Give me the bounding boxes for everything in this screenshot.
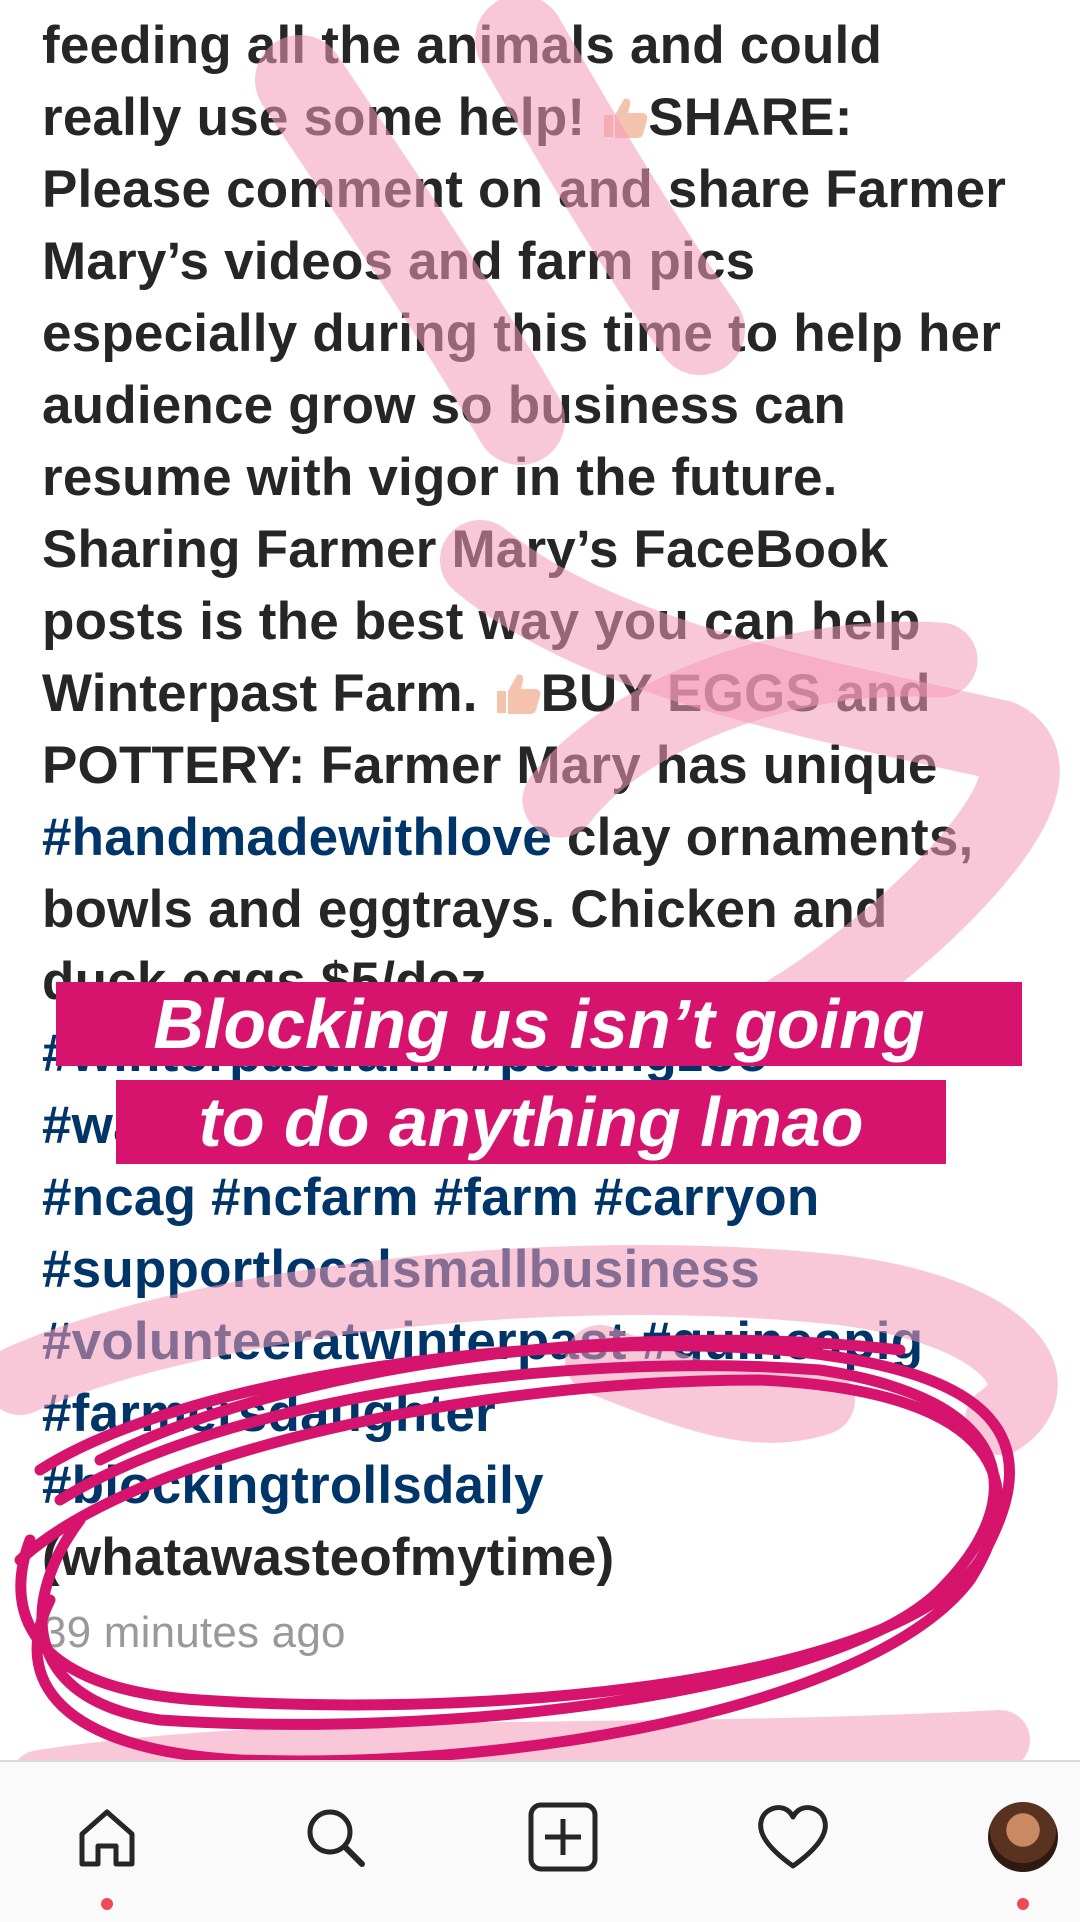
caption-line: #handmadewithlove clay ornaments,	[42, 802, 1062, 874]
profile-avatar	[988, 1802, 1058, 1872]
caption-line: #farmersdaughter	[42, 1378, 1062, 1450]
caption-line: #ncag #ncfarm #farm #carryon	[42, 1162, 1062, 1234]
caption-line: especially during this time to help her	[42, 298, 1062, 370]
thumbs-up-icon	[493, 662, 541, 714]
caption-text: Sharing Farmer Mary’s FaceBook	[42, 520, 889, 579]
hashtag-link[interactable]: #blockingtrollsdaily	[42, 1456, 544, 1515]
caption-text: resume with vigor in the future.	[42, 448, 838, 507]
caption-text: (whatawasteofmytime)	[42, 1528, 615, 1587]
hashtag-link[interactable]: #farmersdaughter	[42, 1384, 496, 1443]
highlight-sticker-line-2: to do anything lmao	[116, 1080, 946, 1164]
caption-text: Please comment on and share Farmer	[42, 160, 1007, 219]
caption-text: posts is the best way you can help	[42, 592, 921, 651]
hashtag-link[interactable]: #ncag #ncfarm #farm #carryon	[42, 1168, 819, 1227]
caption-line: Please comment on and share Farmer	[42, 154, 1062, 226]
caption-text: Winterpast Farm.	[42, 664, 493, 723]
caption-line: resume with vigor in the future.	[42, 442, 1062, 514]
thumbs-up-icon	[600, 86, 648, 138]
caption-text: bowls and eggtrays. Chicken and	[42, 880, 888, 939]
tab-profile[interactable]	[978, 1792, 1068, 1910]
caption-text: Mary’s videos and farm pics	[42, 232, 756, 291]
caption-text: feeding all the animals and could	[42, 16, 883, 75]
caption-text: really use some help!	[42, 88, 601, 147]
new-post-icon	[528, 1802, 598, 1872]
home-icon	[79, 1809, 135, 1867]
caption-line: #supportlocalsmallbusiness	[42, 1234, 1062, 1306]
tab-new-post[interactable]	[518, 1792, 608, 1882]
caption-text: SHARE:	[648, 88, 853, 147]
notification-dot	[1017, 1898, 1029, 1910]
caption-line: Winterpast Farm. BUY EGGS and	[42, 658, 1062, 730]
caption-line: (whatawasteofmytime)	[42, 1522, 1062, 1594]
caption-text: especially during this time to help her	[42, 304, 1002, 363]
caption-line: audience grow so business can	[42, 370, 1062, 442]
notification-dot	[101, 1898, 113, 1910]
caption-line: Mary’s videos and farm pics	[42, 226, 1062, 298]
tab-search[interactable]	[290, 1792, 380, 1882]
hashtag-link[interactable]: #supportlocalsmallbusiness	[42, 1240, 760, 1299]
bottom-tab-bar	[0, 1760, 1080, 1922]
caption-line: 39 minutes ago	[42, 1594, 1062, 1666]
caption-text: BUY EGGS and	[540, 664, 931, 723]
caption-text: audience grow so business can	[42, 376, 846, 435]
caption-line: Sharing Farmer Mary’s FaceBook	[42, 514, 1062, 586]
caption-line: #blockingtrollsdaily	[42, 1450, 1062, 1522]
caption-line: really use some help! SHARE:	[42, 82, 1062, 154]
highlight-sticker-line-1: Blocking us isn’t going	[56, 982, 1022, 1066]
caption-line: POTTERY: Farmer Mary has unique	[42, 730, 1062, 802]
hashtag-link[interactable]: #volunteeratwinterpast #guineapig	[42, 1312, 923, 1371]
tab-activity[interactable]	[748, 1792, 838, 1882]
timestamp: 39 minutes ago	[42, 1608, 346, 1657]
tab-home[interactable]	[62, 1792, 152, 1910]
caption-line: #volunteeratwinterpast #guineapig	[42, 1306, 1062, 1378]
caption-line: posts is the best way you can help	[42, 586, 1062, 658]
activity-heart-icon	[758, 1805, 828, 1869]
caption-text: clay ornaments,	[551, 808, 974, 867]
post-caption: feeding all the animals and could really …	[42, 10, 1062, 1666]
search-icon	[307, 1809, 365, 1867]
caption-line: bowls and eggtrays. Chicken and	[42, 874, 1062, 946]
caption-line: feeding all the animals and could	[42, 10, 1062, 82]
hashtag-link[interactable]: #handmadewithlove	[42, 808, 552, 867]
caption-text: POTTERY: Farmer Mary has unique	[42, 736, 938, 795]
